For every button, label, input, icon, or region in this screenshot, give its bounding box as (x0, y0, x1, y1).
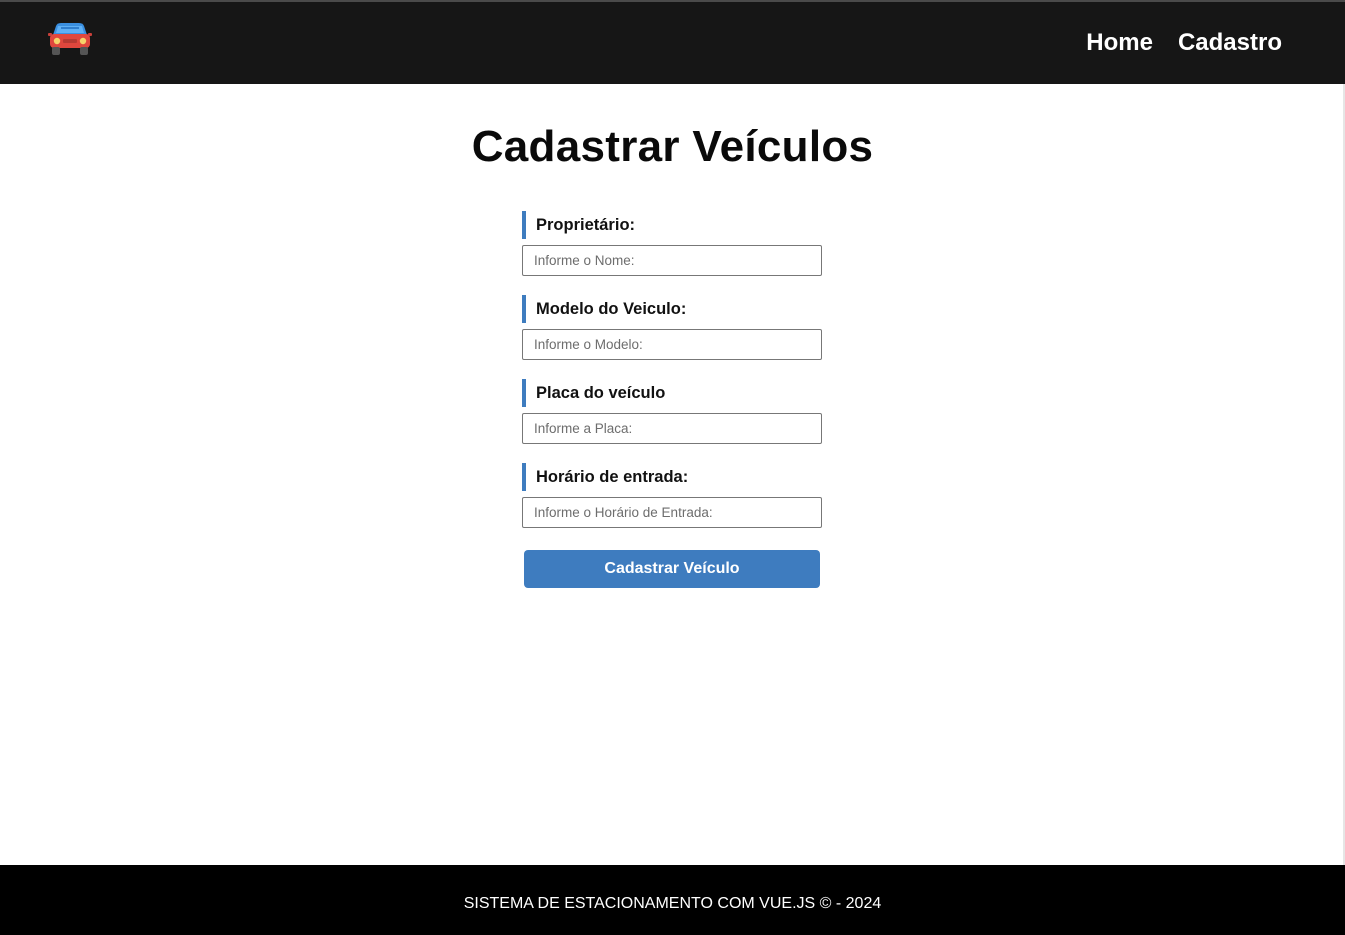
owner-field-group: Proprietário: (522, 211, 822, 295)
plate-label: Placa do veículo (522, 379, 665, 407)
main-nav: Home Cadastro (1086, 28, 1282, 58)
model-input[interactable] (522, 329, 822, 360)
top-navbar: Home Cadastro (0, 0, 1345, 84)
plate-field-group: Placa do veículo (522, 379, 822, 463)
entry-time-label: Horário de entrada: (522, 463, 688, 491)
model-field-group: Modelo do Veiculo: (522, 295, 822, 379)
entry-time-input[interactable] (522, 497, 822, 528)
footer-text: SISTEMA DE ESTACIONAMENTO COM VUE.JS © -… (463, 895, 882, 912)
entry-time-field-group: Horário de entrada: (522, 463, 822, 547)
owner-input[interactable] (522, 245, 822, 276)
page-title: Cadastrar Veículos (471, 122, 874, 171)
vehicle-form: Proprietário: Modelo do Veiculo: Placa d… (522, 211, 822, 547)
footer: SISTEMA DE ESTACIONAMENTO COM VUE.JS © -… (0, 865, 1345, 935)
owner-label: Proprietário: (522, 211, 635, 239)
app-page: Home Cadastro Cadastrar Veículos Proprie… (0, 0, 1345, 935)
nav-link-home[interactable]: Home (1086, 28, 1153, 58)
plate-input[interactable] (522, 413, 822, 444)
register-vehicle-button[interactable]: Cadastrar Veículo (524, 550, 820, 588)
nav-link-cadastro[interactable]: Cadastro (1178, 28, 1282, 58)
model-label: Modelo do Veiculo: (522, 295, 686, 323)
car-icon[interactable] (48, 22, 92, 58)
